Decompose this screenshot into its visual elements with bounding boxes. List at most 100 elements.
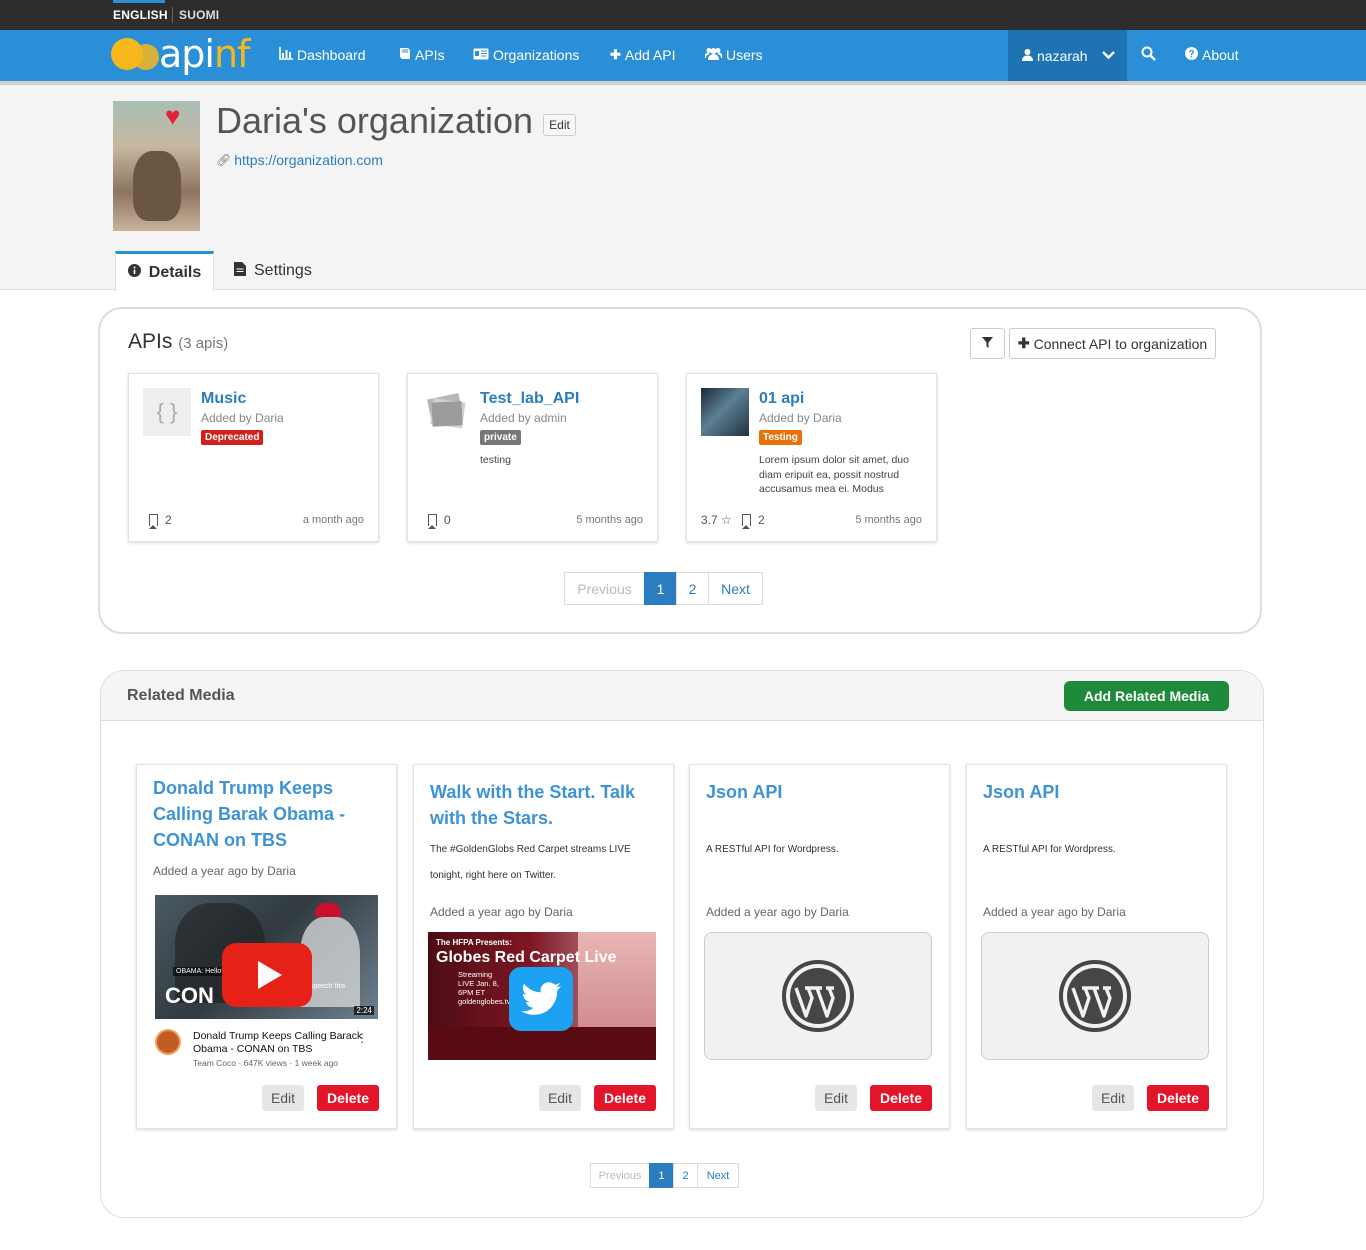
apis-pagination: Previous 1 2 Next [564,572,763,605]
tab-settings-label: Settings [254,262,312,279]
org-url-link[interactable]: 🔗︎ https://organization.com [216,152,383,168]
apis-title: APIs [128,330,173,353]
user-menu[interactable]: nazarah [1008,30,1127,81]
youtube-play-icon[interactable] [222,943,312,1007]
api-name[interactable]: Test_lab_API [480,390,579,408]
media-card-json-api-2: Json API A RESTful API for Wordpress. Ad… [966,764,1227,1129]
bookmark-value: 0 [444,513,451,527]
plus-icon: ✚ [1017,335,1030,351]
pagination-page-2[interactable]: 2 [673,1163,698,1188]
edit-org-button[interactable]: Edit [543,114,576,136]
search-icon[interactable] [1141,46,1156,65]
related-media-title: Related Media [127,687,235,704]
media-title[interactable]: Walk with the Start. Talk with the Stars… [430,779,666,831]
tw-headline: Globes Red Carpet Live [436,949,617,966]
edit-media-button[interactable]: Edit [262,1085,304,1111]
media-added-by: Added a year ago by Daria [706,905,849,919]
api-card-music[interactable]: { } Music Added by Daria Deprecated 2 a … [128,373,379,542]
edit-media-button[interactable]: Edit [815,1085,857,1111]
users-icon [704,47,723,63]
chevron-down-icon [1101,48,1115,63]
api-added-by: Added by admin [480,411,567,425]
nav-dashboard[interactable]: Dashboard [279,47,366,63]
media-title[interactable]: Json API [706,779,942,805]
more-vertical-icon[interactable]: ⋮ [356,1031,368,1045]
video-duration: 2:24 [354,1006,374,1015]
page-title: Daria's organization [216,100,534,141]
wordpress-media-thumbnail[interactable] [981,932,1209,1060]
pagination-page-1[interactable]: 1 [644,572,677,605]
bookmark-count[interactable]: 0 [428,513,451,529]
yt-overlay-right: speech this [310,983,346,990]
api-updated-time: 5 months ago [576,514,643,526]
api-card-test-lab[interactable]: Test_lab_API Added by admin private test… [407,373,658,542]
api-added-by: Added by Daria [201,411,284,425]
nav-users-label: Users [726,47,763,63]
yt-overlay-caption: OBAMA: Hello? [173,967,229,976]
book-icon [398,47,411,63]
language-suomi[interactable]: SUOMI [179,8,219,22]
nav-dashboard-label: Dashboard [297,47,366,63]
filter-button[interactable] [970,328,1005,359]
delete-media-button[interactable]: Delete [594,1085,656,1111]
youtube-video-thumbnail[interactable]: CON OBAMA: Hello? speech this 2:24 [155,895,378,1019]
delete-media-button[interactable]: Delete [870,1085,932,1111]
nav-organizations[interactable]: Organizations [473,47,579,63]
pagination-previous[interactable]: Previous [590,1163,650,1188]
tab-settings[interactable]: Settings [234,251,312,291]
nav-add-api-label: Add API [624,47,676,63]
media-added-by: Added a year ago by Daria [430,905,573,919]
connect-api-button[interactable]: ✚ Connect API to organization [1009,328,1216,359]
api-description: testing [480,454,511,466]
nav-add-api[interactable]: ✚ Add API [610,47,676,63]
language-english[interactable]: ENGLISH [113,8,168,22]
api-rating: 3.7 ☆ [701,513,732,527]
api-updated-time: a month ago [302,514,364,526]
media-title[interactable]: Json API [983,779,1219,805]
nav-about-label: About [1202,47,1239,63]
pagination-next[interactable]: Next [708,572,763,605]
channel-avatar[interactable] [155,1029,181,1055]
api-card-01-api[interactable]: 01 api Added by Daria Testing Lorem ipsu… [686,373,937,542]
pagination-page-2[interactable]: 2 [676,572,709,605]
wordpress-icon [782,960,854,1032]
twitter-media-thumbnail[interactable]: The HFPA Presents: Globes Red Carpet Liv… [428,932,656,1060]
nav-about[interactable]: ? About [1185,47,1239,63]
video-stats: Team Coco · 647K views · 1 week ago [193,1058,339,1068]
media-title[interactable]: Donald Trump Keeps Calling Barak Obama -… [153,775,389,853]
wordpress-icon [1059,960,1131,1032]
api-name[interactable]: Music [201,390,246,408]
bookmark-count[interactable]: 2 [742,513,765,529]
add-related-media-button[interactable]: Add Related Media [1064,681,1229,711]
delete-media-button[interactable]: Delete [317,1085,379,1111]
pagination-page-1[interactable]: 1 [649,1163,674,1188]
id-card-icon [473,48,489,63]
pagination-previous[interactable]: Previous [564,572,645,605]
tw-info: Streaming LIVE Jan. 8, 6PM ET goldenglob… [458,970,511,1006]
tab-details[interactable]: Details [115,251,214,291]
bookmark-icon [428,514,437,529]
nav-users[interactable]: Users [704,47,763,63]
media-card-twitter: Walk with the Start. Talk with the Stars… [413,764,674,1129]
org-url-text: https://organization.com [234,152,383,168]
edit-media-button[interactable]: Edit [1092,1085,1134,1111]
status-badge: private [480,430,521,445]
status-badge: Deprecated [201,430,264,445]
user-icon [1022,48,1033,64]
nav-apis[interactable]: APIs [398,47,445,63]
filter-icon [982,336,993,351]
delete-media-button[interactable]: Delete [1147,1085,1209,1111]
bookmark-icon [149,514,158,529]
media-card-json-api-1: Json API A RESTful API for Wordpress. Ad… [689,764,950,1129]
link-icon: 🔗︎ [216,153,232,167]
wordpress-media-thumbnail[interactable] [704,932,932,1060]
language-bar: ENGLISH SUOMI [0,0,1366,30]
connect-api-label: Connect API to organization [1033,335,1208,352]
api-name[interactable]: 01 api [759,390,804,408]
apinf-logo[interactable]: apinf [111,32,251,76]
video-title[interactable]: Donald Trump Keeps Calling Barack Obama … [193,1030,363,1056]
pagination-next[interactable]: Next [697,1163,739,1188]
edit-media-button[interactable]: Edit [539,1085,581,1111]
bookmark-count[interactable]: 2 [149,513,172,529]
api-photo-thumbnail [701,388,749,436]
